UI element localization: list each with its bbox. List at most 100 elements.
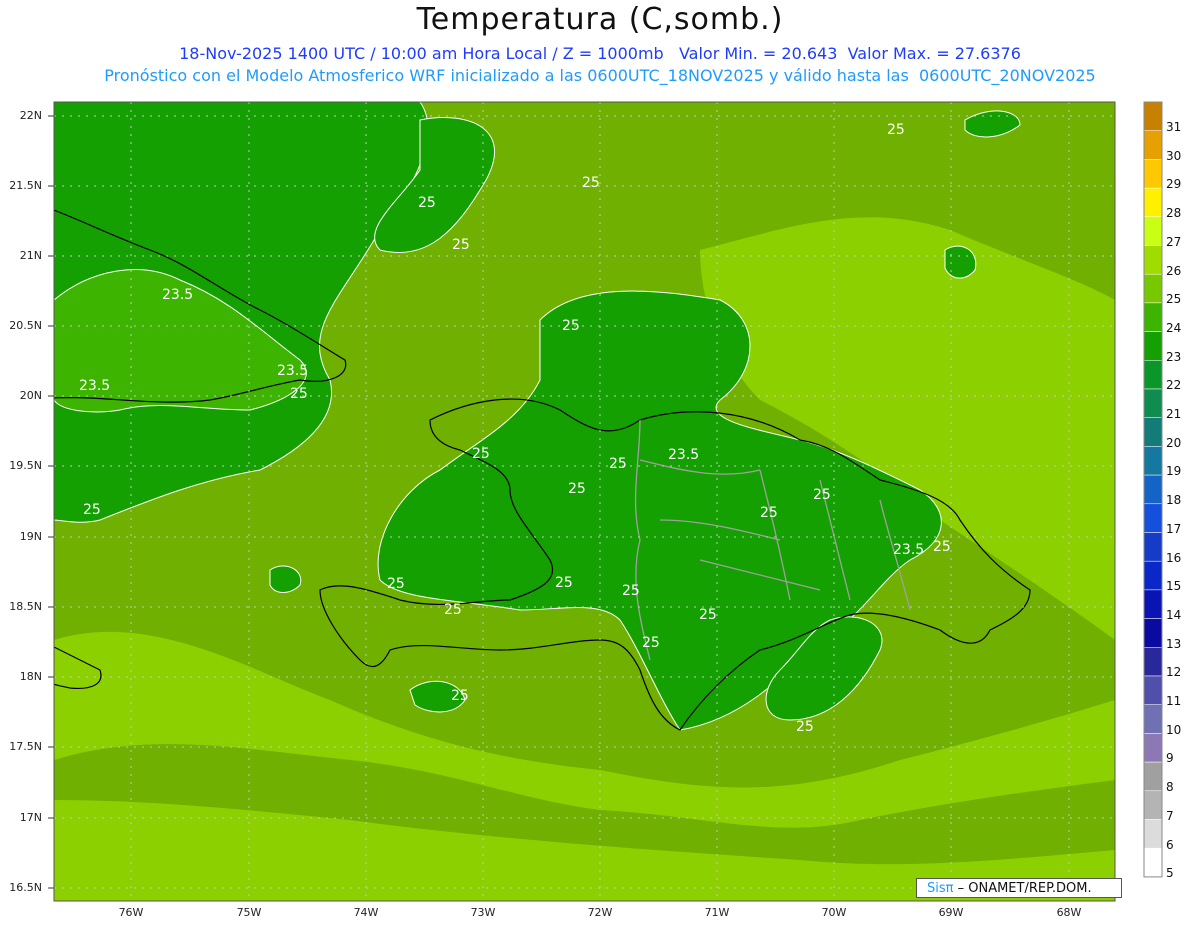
colorbar-label: 15	[1166, 579, 1182, 594]
contour-label: 25	[796, 719, 814, 735]
lat-label: 22N	[19, 109, 42, 122]
contour-label: 25	[760, 505, 778, 521]
lon-label: 73W	[470, 906, 496, 919]
colorbar-swatch	[1143, 273, 1163, 304]
contour-label: 25	[582, 175, 600, 191]
colorbar-swatch	[1143, 302, 1163, 332]
contour-label: 23.5	[893, 542, 924, 558]
contour-label: 25	[562, 318, 580, 334]
contour-label: 23.5	[277, 363, 308, 379]
colorbar-swatch	[1143, 474, 1163, 505]
contour-label: 25	[609, 456, 627, 472]
colorbar-swatch	[1143, 331, 1163, 361]
contour-label: 25	[933, 539, 951, 555]
colorbar-swatch	[1143, 647, 1163, 677]
lon-label: 71W	[704, 906, 730, 919]
colorbar-swatch	[1143, 704, 1163, 734]
lat-label: 19N	[19, 530, 42, 543]
colorbar-swatch	[1143, 130, 1163, 160]
colorbar-swatch	[1143, 388, 1163, 418]
lon-label: 76W	[118, 906, 144, 919]
colorbar-swatch	[1143, 618, 1163, 648]
colorbar-label: 11	[1166, 694, 1182, 708]
contour-label: 25	[887, 122, 905, 138]
contour-label: 25	[622, 583, 640, 599]
lat-label: 18N	[19, 670, 42, 683]
colorbar-swatch	[1143, 675, 1163, 705]
colorbar-label: 6	[1166, 837, 1174, 852]
lat-label: 19.5N	[9, 459, 42, 472]
colorbar-label: 17	[1166, 521, 1182, 536]
lon-label: 69W	[938, 906, 964, 919]
lat-label: 17N	[19, 811, 42, 824]
colorbar-swatch	[1143, 417, 1163, 447]
colorbar-label: 12	[1166, 665, 1182, 680]
contour-label: 25	[418, 195, 436, 211]
lon-label: 75W	[236, 906, 262, 919]
colorbar-swatch	[1143, 589, 1163, 619]
contour-label: 25	[699, 607, 717, 623]
contour-label: 25	[387, 576, 405, 592]
contour-label: 25	[472, 446, 490, 462]
small-cool-patch-1	[269, 565, 302, 593]
sis-logo-text: Sisπ	[927, 881, 954, 896]
colorbar-label: 23	[1166, 349, 1182, 364]
colorbar-label: 10	[1166, 722, 1182, 737]
lat-label: 17.5N	[9, 740, 42, 753]
colorbar-swatch	[1143, 360, 1163, 390]
colorbar-swatch	[1143, 101, 1163, 131]
colorbar-label: 29	[1166, 177, 1182, 192]
colorbar-label: 19	[1166, 464, 1182, 479]
lon-label: 74W	[353, 906, 379, 919]
contour-label: 25	[642, 635, 660, 651]
colorbar-label: 25	[1166, 292, 1182, 307]
colorbar-swatch	[1143, 790, 1163, 820]
lon-label: 72W	[587, 906, 613, 919]
contour-label: 25	[444, 602, 462, 618]
colorbar-swatch	[1143, 733, 1163, 763]
colorbar-label: 22	[1166, 378, 1182, 393]
colorbar-label: 13	[1166, 636, 1182, 651]
colorbar-swatch	[1143, 446, 1163, 476]
colorbar-swatch	[1143, 847, 1163, 878]
contour-label: 25	[568, 481, 586, 497]
credit-box: Sisπ – ONAMET/REP.DOM.	[916, 878, 1122, 898]
colorbar-label: 18	[1166, 493, 1182, 508]
colorbar-swatch	[1143, 819, 1163, 849]
lat-label: 21.5N	[9, 179, 42, 192]
colorbar-label: 5	[1166, 866, 1174, 881]
contour-label: 25	[555, 575, 573, 591]
contour-label: 23.5	[162, 287, 193, 303]
contour-label: 23.5	[79, 378, 110, 394]
colorbar-label: 24	[1166, 320, 1182, 335]
lat-label: 20N	[19, 389, 42, 402]
contour-label: 25	[290, 386, 308, 402]
lon-label: 68W	[1056, 906, 1082, 919]
lat-label: 18.5N	[9, 600, 42, 613]
colorbar-label: 9	[1166, 751, 1174, 766]
colorbar-label: 7	[1166, 808, 1174, 823]
colorbar-label: 31	[1166, 120, 1182, 134]
temperature-map: 25 25 25 25 25 23.5 23.5 23.5 25 25 25 2…	[48, 101, 1163, 902]
contour-label: 25	[813, 487, 831, 503]
colorbar-swatch	[1143, 187, 1163, 218]
colorbar-swatch	[1143, 503, 1163, 533]
colorbar-label: 27	[1166, 234, 1182, 249]
colorbar	[1143, 101, 1163, 878]
colorbar-swatch	[1143, 761, 1163, 792]
contour-label: 25	[452, 237, 470, 253]
lon-label: 70W	[821, 906, 847, 919]
colorbar-label: 21	[1166, 407, 1182, 421]
colorbar-swatch	[1143, 159, 1163, 189]
colorbar-swatch	[1143, 532, 1163, 562]
contour-label: 25	[451, 688, 469, 704]
colorbar-label: 26	[1166, 263, 1182, 278]
colorbar-label: 28	[1166, 206, 1182, 221]
colorbar-label: 8	[1166, 780, 1174, 795]
colorbar-label: 20	[1166, 435, 1182, 450]
contour-label: 23.5	[668, 447, 699, 463]
colorbar-swatch	[1143, 216, 1163, 246]
colorbar-label: 14	[1166, 607, 1182, 622]
lat-label: 20.5N	[9, 319, 42, 332]
contour-label: 25	[83, 502, 101, 518]
